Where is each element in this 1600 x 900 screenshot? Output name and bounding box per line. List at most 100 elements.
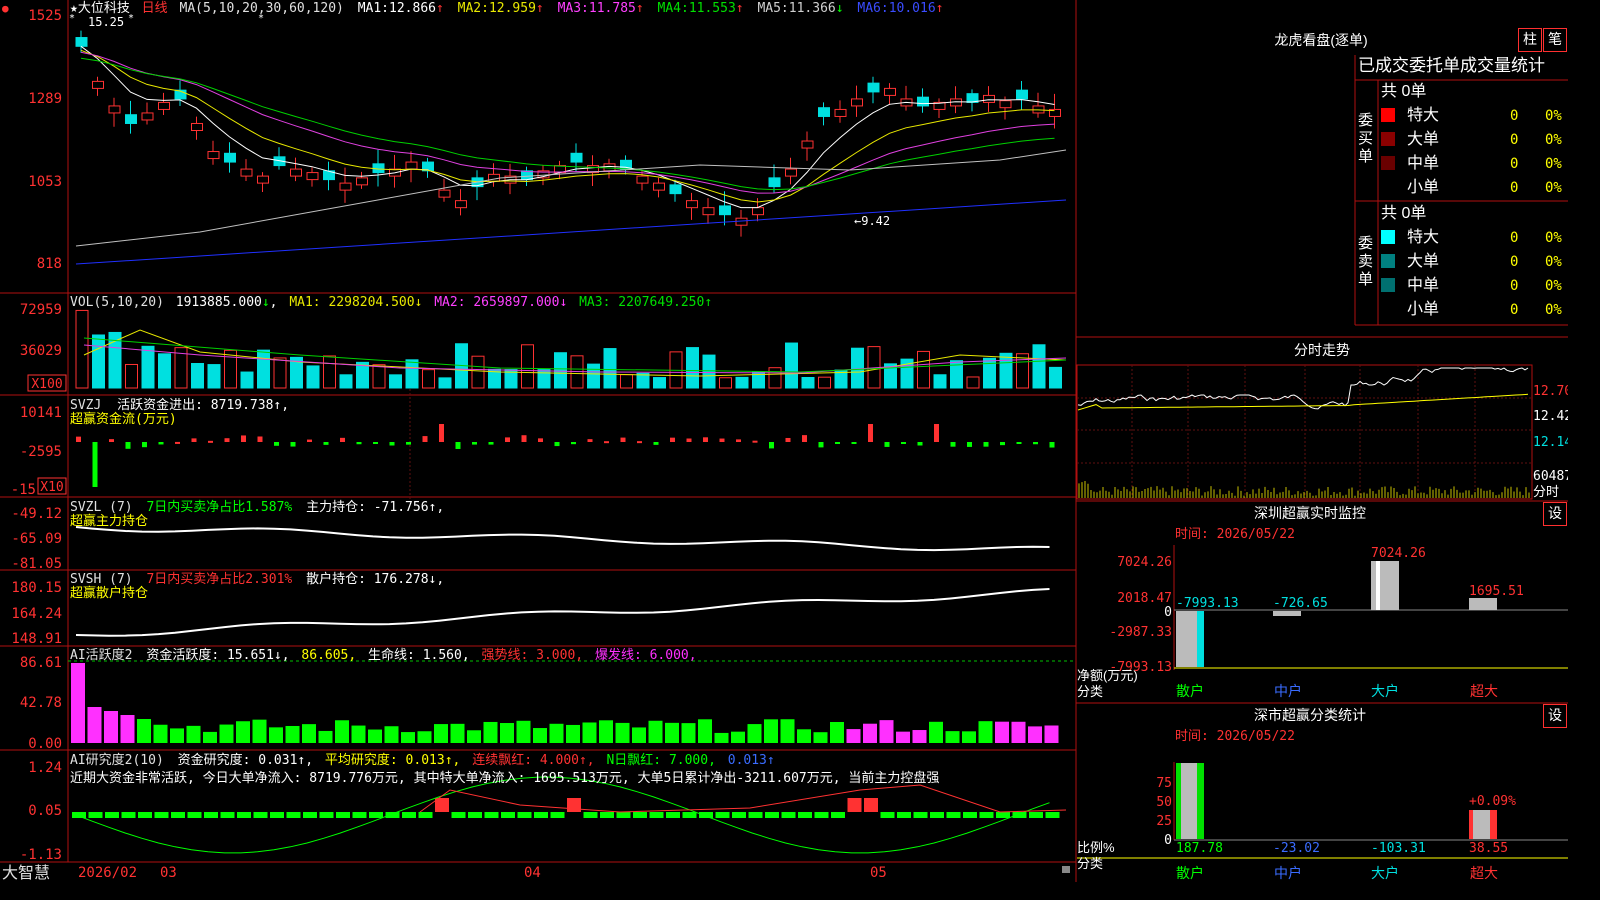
svsh-title: SVSH (7)	[70, 572, 133, 587]
flow-bar	[818, 442, 824, 448]
vol-value: 1913885.000	[176, 295, 262, 310]
buy-row-name: 小单	[1407, 178, 1439, 196]
activity-bar	[863, 723, 877, 743]
monitor-ytick: -2987.33	[1109, 625, 1172, 640]
flow-bar	[934, 424, 939, 442]
volume-bar	[438, 377, 452, 389]
intraday-vol: 60487	[1533, 469, 1568, 484]
volume-bar	[224, 349, 237, 389]
research-bar	[666, 812, 680, 818]
research-bar	[682, 812, 697, 818]
flow-bar	[158, 442, 164, 445]
activity-bar	[269, 727, 283, 743]
research-bar	[270, 812, 284, 818]
category-label: 超大	[1470, 683, 1498, 699]
right-panel: 委买单委卖单特大 0 0%大单 0 0%中单 0 0%小单 0 0%特大 0 0%大单 0 0%中单 0 0…	[1077, 106, 1562, 839]
flow-bar	[554, 442, 560, 447]
candle-body	[719, 205, 731, 216]
research-bar	[220, 812, 235, 818]
activity-bar	[962, 731, 976, 743]
monitor-settings-button[interactable]: 设	[1543, 502, 1567, 526]
flow-bar	[884, 442, 890, 447]
candle-body	[125, 114, 137, 124]
activity-bar	[1011, 721, 1026, 743]
flow-bar	[373, 442, 378, 444]
research-bar	[963, 812, 977, 818]
activity-bar	[335, 720, 349, 743]
flow-bar	[901, 442, 906, 444]
volume-bar	[75, 309, 89, 389]
tab-orders[interactable]: 委托单	[1409, 56, 1460, 75]
research-bar	[567, 798, 581, 812]
sell-row-name: 小单	[1407, 300, 1439, 318]
flow-bar	[406, 442, 411, 445]
period-label[interactable]: 日线	[142, 1, 168, 16]
stat-side-label: 分类	[1077, 856, 1103, 871]
stat-value: 38.55	[1469, 841, 1508, 856]
research-bar	[187, 812, 202, 818]
flow-bar	[571, 442, 576, 445]
research-bar	[1029, 812, 1043, 818]
flow-bar	[323, 442, 329, 445]
research-bar	[765, 812, 779, 818]
volume-bar	[1016, 353, 1029, 389]
ai1-title: AI活跃度2	[70, 647, 132, 663]
buy-row-pct: 0%	[1545, 132, 1562, 148]
vol-ma1: MA1: 2298204.500↓	[289, 295, 422, 310]
stat-value: -23.02	[1273, 841, 1320, 856]
panel-marker: ●	[2, 2, 9, 15]
flow-bar	[620, 437, 626, 442]
buy-row-pct: 0%	[1545, 108, 1562, 124]
candle-body	[438, 189, 451, 198]
svg-text:SVSH (7) 7日内买卖净占比2.301%: SVSH (7) 7日内买卖净占比2.301% 散户持仓: 176.278↓,	[70, 571, 444, 587]
candle-body	[669, 184, 682, 195]
monitor-side-label: 分类	[1077, 684, 1103, 699]
activity-bar	[417, 731, 432, 743]
ai2-c: 连续飘红: 4.000↑,	[472, 752, 594, 768]
y-tick: -15	[11, 482, 36, 498]
research-bar	[451, 812, 466, 818]
flow-bar	[92, 442, 98, 487]
chart-canvas[interactable]: * ** 委买单委卖单特大 0 0%大单 0 0%中单 0 0%小单 0 0%特大 0 0%大单 0 0%…	[0, 0, 1568, 882]
tab-volume-stats[interactable]: 成交量统计	[1460, 56, 1545, 75]
stat-time: 时间: 2026/05/22	[1175, 729, 1295, 744]
buy-swatch	[1381, 132, 1395, 146]
flow-bar	[983, 442, 989, 447]
sell-side-label: 单	[1358, 271, 1373, 288]
volume-bar	[339, 374, 353, 389]
y-tick: -81.05	[11, 556, 62, 572]
ai2-b: 平均研究度: 0.013↑,	[325, 752, 460, 768]
lock-icon[interactable]	[1062, 866, 1070, 873]
research-bar	[369, 812, 383, 818]
intraday-price-line	[1077, 367, 1529, 410]
activity-bar	[87, 707, 102, 743]
activity-bar	[731, 731, 745, 743]
flow-bar	[587, 439, 593, 442]
ma5-value: 11.366	[789, 1, 836, 16]
y-tick: 0.00	[28, 736, 62, 752]
flow-bar	[851, 442, 857, 444]
y-tick: 1.24	[28, 760, 62, 776]
ai2-a: 资金研究度: 0.031↑,	[178, 752, 313, 768]
intraday-ytick: 12.14	[1533, 435, 1568, 450]
activity-bar	[500, 723, 514, 743]
ma1-value: 12.866	[389, 1, 436, 16]
flow-bar	[521, 435, 527, 442]
stat-settings-button[interactable]: 设	[1543, 704, 1567, 728]
flow-bar	[125, 442, 131, 449]
date-label: 05	[870, 865, 887, 881]
vol-ma3: MA3: 2207649.250↑	[579, 295, 712, 310]
monitor-value: 1695.51	[1469, 584, 1524, 599]
activity-bar	[368, 729, 382, 743]
monitor-value: -7993.13	[1176, 596, 1239, 611]
buy-row-name: 中单	[1407, 154, 1439, 172]
research-bar	[996, 812, 1010, 818]
tab-filled[interactable]: 已成交	[1358, 56, 1409, 75]
candle-body	[405, 161, 418, 170]
research-bar	[72, 812, 86, 818]
intraday-ytick: 12.42	[1533, 409, 1568, 424]
ai-research-panel	[72, 776, 1067, 854]
bar-mode-button[interactable]: 柱	[1518, 28, 1542, 52]
activity-bar	[846, 729, 861, 743]
tick-mode-button[interactable]: 笔	[1543, 28, 1567, 52]
